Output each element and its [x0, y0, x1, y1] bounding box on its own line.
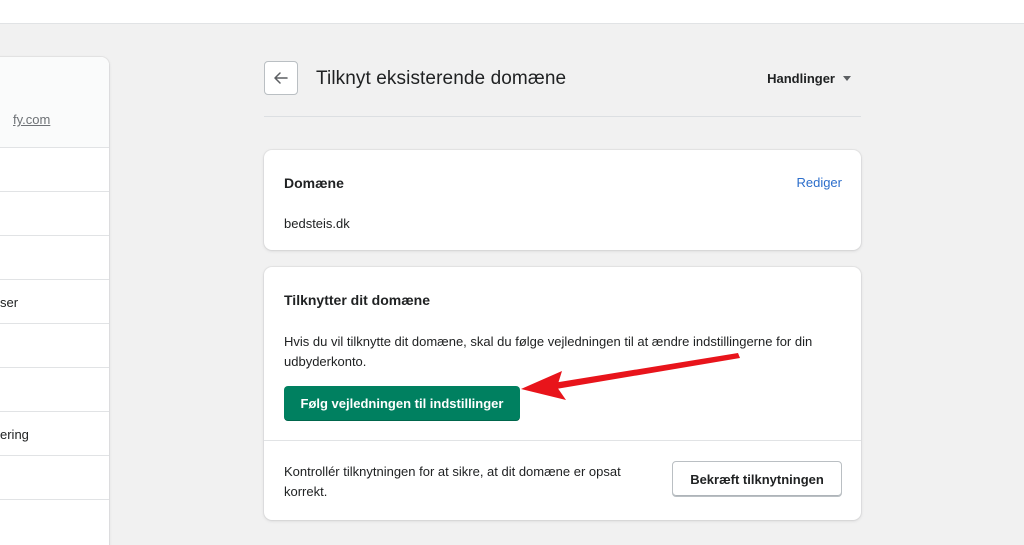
- follow-instructions-button[interactable]: Følg vejledningen til indstillinger: [284, 386, 520, 421]
- connect-description: Hvis du vil tilknytte dit domæne, skal d…: [284, 334, 813, 369]
- caret-down-icon: [843, 76, 851, 81]
- page-title: Tilknyt eksisterende domæne: [316, 68, 567, 89]
- store-domain-link[interactable]: fy.com: [13, 112, 50, 127]
- sidebar-item[interactable]: [0, 368, 109, 412]
- actions-menu-button[interactable]: Handlinger: [767, 71, 851, 86]
- domain-card-title: Domæne: [284, 175, 344, 191]
- actions-label: Handlinger: [767, 71, 835, 86]
- sidebar-item[interactable]: ering: [0, 412, 109, 456]
- arrow-left-icon: [274, 72, 288, 84]
- settings-sidebar: fy.com ser ering: [0, 57, 109, 545]
- sidebar-item[interactable]: [0, 324, 109, 368]
- sidebar-item[interactable]: [0, 236, 109, 280]
- connect-card-title: Tilknytter dit domæne: [284, 292, 430, 308]
- back-button[interactable]: [264, 61, 298, 95]
- verify-description: Kontrollér tilknytningen for at sikre, a…: [284, 464, 621, 499]
- sidebar-store-header: fy.com: [0, 57, 109, 148]
- top-bar: [0, 0, 1024, 24]
- card-divider: [264, 440, 861, 441]
- sidebar-item[interactable]: ser: [0, 280, 109, 324]
- sidebar-item[interactable]: [0, 456, 109, 500]
- verify-connection-button[interactable]: Bekræft tilknytningen: [672, 461, 842, 497]
- page-header: Tilknyt eksisterende domæne Handlinger: [264, 57, 861, 117]
- domain-value: bedsteis.dk: [284, 216, 350, 231]
- domain-card: Domæne Rediger bedsteis.dk: [264, 150, 861, 250]
- sidebar-item-label: ering: [0, 427, 29, 442]
- sidebar-item[interactable]: [0, 148, 109, 192]
- connect-domain-card: Tilknytter dit domæne Hvis du vil tilkny…: [264, 267, 861, 520]
- sidebar-item-label: ser: [0, 295, 19, 310]
- edit-domain-link[interactable]: Rediger: [796, 175, 842, 190]
- sidebar-item[interactable]: [0, 192, 109, 236]
